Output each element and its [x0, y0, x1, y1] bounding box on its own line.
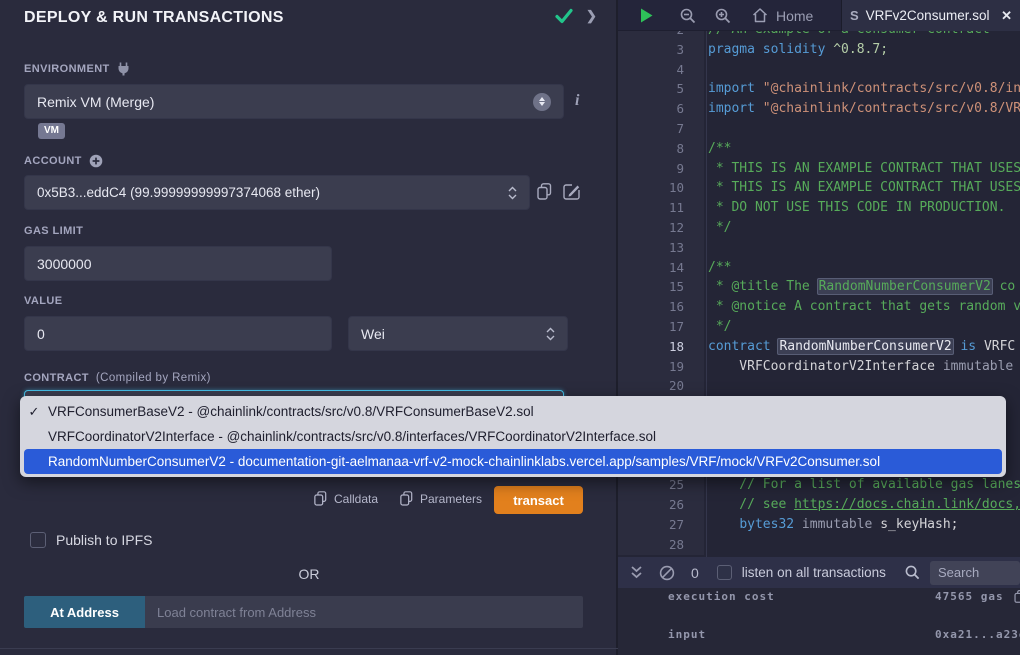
terminal-bar: 0 listen on all transactions	[618, 557, 1020, 588]
editor-tabbar: Home S VRFv2Consumer.sol ✕	[618, 0, 1020, 31]
vm-badge: VM	[38, 123, 65, 139]
code-line-12: 12 */	[618, 218, 1020, 238]
contract-option-2[interactable]: RandomNumberConsumerV2 - documentation-g…	[24, 449, 1002, 474]
value-unit-select[interactable]: Wei	[348, 316, 568, 351]
contract-option-0[interactable]: ✓VRFConsumerBaseV2 - @chainlink/contract…	[20, 399, 1006, 424]
edit-account-icon[interactable]	[563, 183, 580, 200]
zoom-out-icon[interactable]	[680, 8, 696, 24]
code-line-5: 5import "@chainlink/contracts/src/v0.8/i…	[618, 79, 1020, 99]
panel-title: DEPLOY & RUN TRANSACTIONS	[24, 9, 284, 27]
value-label: VALUE	[24, 295, 62, 307]
listen-all-checkbox[interactable]	[717, 565, 732, 580]
indent-guide	[706, 31, 707, 557]
or-separator: OR	[0, 566, 618, 582]
code-line-18: 18contract RandomNumberConsumerV2 is VRF…	[618, 337, 1020, 357]
pending-tx-count: 0	[691, 565, 699, 581]
home-icon	[752, 8, 768, 23]
collapse-panel-icon[interactable]: ❯	[586, 8, 597, 24]
at-address-row: At Address	[24, 596, 583, 628]
panel-divider	[0, 648, 618, 649]
code-line-15: 15 * @title The RandomNumberConsumerV2 c…	[618, 277, 1020, 297]
code-line-3: 3pragma solidity ^0.8.7;	[618, 40, 1020, 60]
code-line-13: 13	[618, 238, 1020, 258]
plug-icon	[117, 62, 130, 76]
publish-ipfs-row: Publish to IPFS	[30, 532, 153, 548]
code-line-8: 8/**	[618, 139, 1020, 159]
publish-ipfs-checkbox[interactable]	[30, 532, 46, 548]
account-value: 0x5B3...eddC4 (99.99999999997374068 ethe…	[37, 185, 320, 200]
terminal-search-input[interactable]	[930, 561, 1020, 585]
code-line-2: 2// An example of a consumer contract	[618, 31, 1020, 40]
select-caret-icon	[508, 186, 517, 200]
environment-label: ENVIRONMENT	[24, 62, 130, 76]
gas-limit-label: GAS LIMIT	[24, 225, 83, 237]
code-line-28: 28	[618, 535, 1020, 555]
contract-option-1[interactable]: VRFCoordinatorV2Interface - @chainlink/c…	[20, 424, 1006, 449]
contract-label: CONTRACT (Compiled by Remix)	[24, 372, 211, 384]
code-line-26: 26 // see https://docs.chain.link/docs,	[618, 495, 1020, 515]
listen-all-label: listen on all transactions	[742, 565, 886, 580]
account-select[interactable]: 0x5B3...eddC4 (99.99999999997374068 ethe…	[24, 175, 530, 210]
code-line-9: 9 * THIS IS AN EXAMPLE CONTRACT THAT USE…	[618, 159, 1020, 179]
add-account-icon[interactable]	[89, 154, 103, 168]
publish-ipfs-label: Publish to IPFS	[56, 532, 153, 548]
select-caret-icon	[546, 327, 555, 341]
code-line-27: 27 bytes32 immutable s_keyHash;	[618, 515, 1020, 535]
solidity-file-icon: S	[850, 8, 859, 23]
deploy-run-panel: DEPLOY & RUN TRANSACTIONS ❯ ENVIRONMENT …	[0, 0, 618, 655]
code-line-17: 17 */	[618, 317, 1020, 337]
copy-value-icon[interactable]	[1014, 590, 1020, 603]
code-line-6: 6import "@chainlink/contracts/src/v0.8/V…	[618, 99, 1020, 119]
expand-terminal-icon[interactable]	[630, 565, 643, 580]
calldata-button[interactable]: Calldata	[314, 491, 378, 506]
run-script-icon[interactable]	[638, 7, 655, 24]
zoom-in-icon[interactable]	[715, 8, 731, 24]
environment-value: Remix VM (Merge)	[37, 94, 154, 110]
parameters-button[interactable]: Parameters	[400, 491, 482, 506]
at-address-button[interactable]: At Address	[24, 596, 145, 628]
search-icon	[905, 565, 920, 580]
environment-info-icon[interactable]: i	[575, 92, 579, 110]
code-line-19: 19 VRFCoordinatorV2Interface immutable	[618, 357, 1020, 377]
editor-area: Home S VRFv2Consumer.sol ✕ 2// An exampl…	[618, 0, 1020, 655]
code-line-7: 7	[618, 119, 1020, 139]
copy-account-icon[interactable]	[537, 183, 552, 200]
clear-console-icon[interactable]	[659, 565, 675, 581]
environment-select[interactable]: Remix VM (Merge)	[24, 84, 564, 119]
at-address-input[interactable]	[145, 596, 583, 628]
success-check-icon	[554, 7, 574, 25]
remix-ide: DEPLOY & RUN TRANSACTIONS ❯ ENVIRONMENT …	[0, 0, 1020, 655]
tab-home[interactable]: Home	[746, 0, 819, 31]
selected-check-icon: ✓	[20, 404, 48, 420]
tab-vrfv2consumer[interactable]: S VRFv2Consumer.sol ✕	[841, 0, 1020, 31]
code-line-14: 14/**	[618, 258, 1020, 278]
terminal-row-input: input0xa21...a23e4	[618, 628, 1020, 644]
gas-limit-input[interactable]: 3000000	[24, 246, 332, 281]
value-input[interactable]: 0	[24, 316, 332, 351]
code-line-4: 4	[618, 60, 1020, 80]
code-line-25: 25 // For a list of available gas lanes	[618, 475, 1020, 495]
code-line-20: 20	[618, 376, 1020, 396]
transact-button[interactable]: transact	[494, 486, 583, 514]
account-label: ACCOUNT	[24, 154, 103, 168]
contract-dropdown-popup: ✓VRFConsumerBaseV2 - @chainlink/contract…	[20, 396, 1006, 477]
code-line-16: 16 * @notice A contract that gets random…	[618, 297, 1020, 317]
terminal-row-execution-cost: execution cost47565 gas	[618, 590, 1020, 606]
code-line-11: 11 * DO NOT USE THIS CODE IN PRODUCTION.	[618, 198, 1020, 218]
code-editor[interactable]: 2// An example of a consumer contract3pr…	[618, 31, 1020, 557]
terminal-output: execution cost47565 gas input0xa21...a23e…	[618, 588, 1020, 655]
close-tab-icon[interactable]: ✕	[1001, 8, 1012, 24]
select-caret-icon	[533, 93, 551, 111]
code-line-10: 10 * THIS IS AN EXAMPLE CONTRACT THAT US…	[618, 178, 1020, 198]
